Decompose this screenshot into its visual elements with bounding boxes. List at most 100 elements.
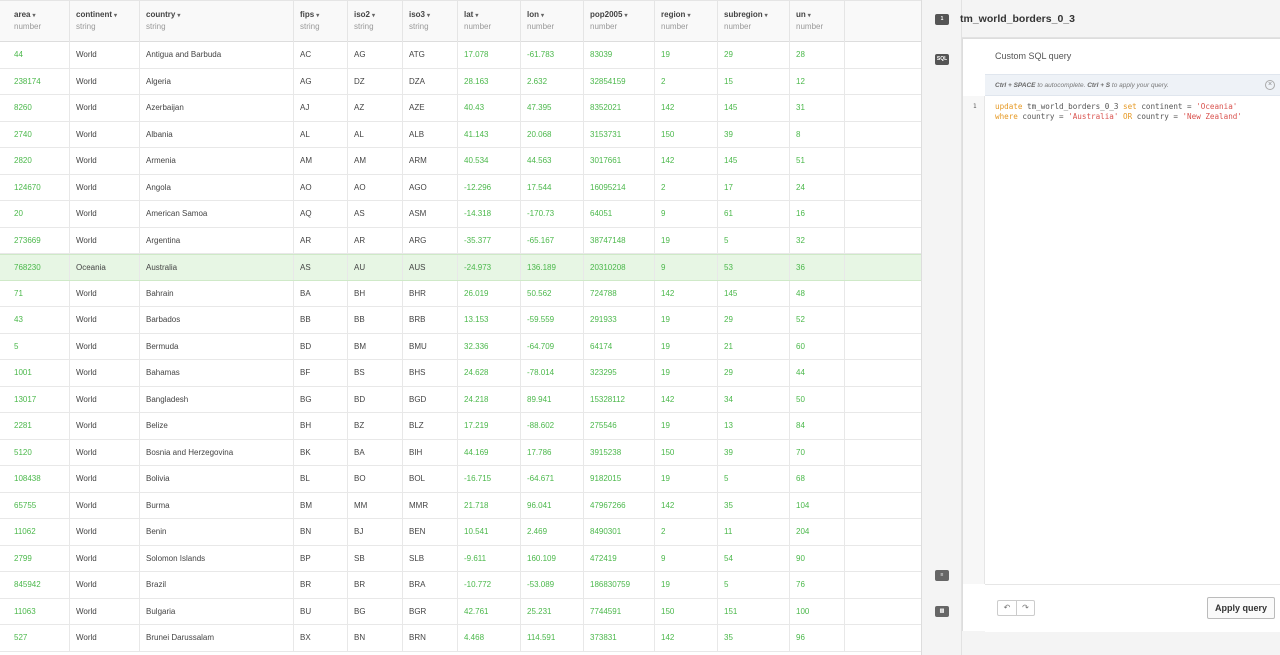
caret-down-icon[interactable]: ▾ <box>372 13 375 19</box>
cell-iso3[interactable]: BHS <box>403 360 458 386</box>
cell-iso2[interactable]: BB <box>348 307 403 333</box>
table-row[interactable]: 273669 World Argentina AR AR ARG -35.377 -65.16… <box>0 227 921 254</box>
cell-iso2[interactable]: AR <box>348 227 403 253</box>
cell-pop2005[interactable]: 8352021 <box>584 95 655 121</box>
cell-lat[interactable]: -12.296 <box>458 174 521 200</box>
cell-subregion[interactable]: 29 <box>718 42 790 68</box>
table-row[interactable]: 2799 World Solomon Islands BP SB SLB -9.611 160… <box>0 545 921 572</box>
cell-un[interactable]: 24 <box>790 174 845 200</box>
column-header-iso3[interactable]: iso3 ▾ string <box>403 1 458 42</box>
table-row[interactable]: 13017 World Bangladesh BG BD BGD 24.218 89.941 1… <box>0 386 921 413</box>
cell-un[interactable]: 32 <box>790 227 845 253</box>
cell-country[interactable]: Albania <box>140 121 294 147</box>
cell-country[interactable]: Burma <box>140 492 294 518</box>
cell-region[interactable]: 142 <box>655 492 718 518</box>
column-header-un[interactable]: un ▾ number <box>790 1 845 42</box>
cell-fips[interactable]: AR <box>294 227 348 253</box>
cell-lon[interactable]: 17.786 <box>521 439 584 465</box>
cell-region[interactable]: 19 <box>655 466 718 492</box>
cell-country[interactable]: Benin <box>140 519 294 545</box>
cell-lon[interactable]: -88.602 <box>521 413 584 439</box>
cell-iso3[interactable]: MMR <box>403 492 458 518</box>
cell-lat[interactable]: 24.218 <box>458 386 521 412</box>
cell-lon[interactable]: 96.041 <box>521 492 584 518</box>
sql-code-editor[interactable]: update tm_world_borders_0_3 set continen… <box>995 102 1242 122</box>
cell-subregion[interactable]: 39 <box>718 121 790 147</box>
cell-iso2[interactable]: AG <box>348 42 403 68</box>
caret-down-icon[interactable]: ▾ <box>427 13 430 19</box>
cell-pop2005[interactable]: 724788 <box>584 280 655 306</box>
cell-pop2005[interactable]: 291933 <box>584 307 655 333</box>
cell-subregion[interactable]: 145 <box>718 280 790 306</box>
table-row[interactable]: 108438 World Bolivia BL BO BOL -16.715 -64.671 9… <box>0 466 921 493</box>
column-header-lat[interactable]: lat ▾ number <box>458 1 521 42</box>
cell-subregion[interactable]: 34 <box>718 386 790 412</box>
cell-lat[interactable]: 41.143 <box>458 121 521 147</box>
table-row[interactable]: 5120 World Bosnia and Herzegovina BK BA BIH 44… <box>0 439 921 466</box>
cell-lat[interactable]: 17.078 <box>458 42 521 68</box>
cell-subregion[interactable]: 5 <box>718 227 790 253</box>
cell-iso3[interactable]: SLB <box>403 545 458 571</box>
cell-pop2005[interactable]: 64051 <box>584 201 655 227</box>
cell-pop2005[interactable]: 7744591 <box>584 598 655 624</box>
cell-lat[interactable]: 28.163 <box>458 68 521 94</box>
cell-area[interactable]: 5 <box>8 333 70 359</box>
cell-region[interactable]: 19 <box>655 360 718 386</box>
cell-iso2[interactable]: BR <box>348 572 403 598</box>
cell-subregion[interactable]: 53 <box>718 255 790 280</box>
cell-country[interactable]: Bulgaria <box>140 598 294 624</box>
cell-region[interactable]: 19 <box>655 333 718 359</box>
cell-iso3[interactable]: BGD <box>403 386 458 412</box>
cell-lon[interactable]: 47.395 <box>521 95 584 121</box>
cell-iso3[interactable]: ALB <box>403 121 458 147</box>
cell-subregion[interactable]: 29 <box>718 307 790 333</box>
caret-down-icon[interactable]: ▾ <box>541 13 544 19</box>
table-row[interactable]: 43 World Barbados BB BB BRB 13.153 -59.559 29193… <box>0 307 921 334</box>
cell-un[interactable]: 31 <box>790 95 845 121</box>
cell-iso2[interactable]: AU <box>348 255 403 280</box>
cell-lat[interactable]: 21.718 <box>458 492 521 518</box>
cell-lat[interactable]: 40.534 <box>458 148 521 174</box>
cell-subregion[interactable]: 17 <box>718 174 790 200</box>
cell-iso3[interactable]: BOL <box>403 466 458 492</box>
cell-lon[interactable]: -170.73 <box>521 201 584 227</box>
cell-area[interactable]: 2281 <box>8 413 70 439</box>
cell-lon[interactable]: 114.591 <box>521 625 584 651</box>
column-header-region[interactable]: region ▾ number <box>655 1 718 42</box>
cell-fips[interactable]: AS <box>294 255 348 280</box>
cell-lat[interactable]: 44.169 <box>458 439 521 465</box>
cell-continent[interactable]: World <box>70 68 140 94</box>
cell-lon[interactable]: 50.562 <box>521 280 584 306</box>
cell-country[interactable]: Belize <box>140 413 294 439</box>
cell-iso2[interactable]: BS <box>348 360 403 386</box>
cell-lon[interactable]: -78.014 <box>521 360 584 386</box>
cell-iso3[interactable]: AGO <box>403 174 458 200</box>
cell-iso3[interactable]: AZE <box>403 95 458 121</box>
cell-un[interactable]: 8 <box>790 121 845 147</box>
cell-un[interactable]: 36 <box>790 255 845 280</box>
cell-area[interactable]: 44 <box>8 42 70 68</box>
cell-un[interactable]: 96 <box>790 625 845 651</box>
cell-iso2[interactable]: AO <box>348 174 403 200</box>
cell-continent[interactable]: World <box>70 492 140 518</box>
cell-iso2[interactable]: MM <box>348 492 403 518</box>
table-row[interactable]: 8260 World Azerbaijan AJ AZ AZE 40.43 47.395 835… <box>0 95 921 122</box>
cell-lon[interactable]: -59.559 <box>521 307 584 333</box>
cell-area[interactable]: 527 <box>8 625 70 651</box>
cell-area[interactable]: 43 <box>8 307 70 333</box>
cell-iso3[interactable]: ARG <box>403 227 458 253</box>
cell-continent[interactable]: World <box>70 201 140 227</box>
cell-region[interactable]: 142 <box>655 386 718 412</box>
cell-fips[interactable]: BU <box>294 598 348 624</box>
legend-icon[interactable]: ≡ <box>935 570 949 581</box>
cell-iso3[interactable]: BHR <box>403 280 458 306</box>
table-row[interactable]: 65755 World Burma BM MM MMR 21.718 96.041 479672… <box>0 492 921 519</box>
cell-region[interactable]: 19 <box>655 307 718 333</box>
cell-country[interactable]: Bosnia and Herzegovina <box>140 439 294 465</box>
cell-lat[interactable]: -9.611 <box>458 545 521 571</box>
cell-un[interactable]: 51 <box>790 148 845 174</box>
cell-un[interactable]: 90 <box>790 545 845 571</box>
cell-iso3[interactable]: ATG <box>403 42 458 68</box>
cell-un[interactable]: 76 <box>790 572 845 598</box>
caret-down-icon[interactable]: ▾ <box>114 13 117 19</box>
